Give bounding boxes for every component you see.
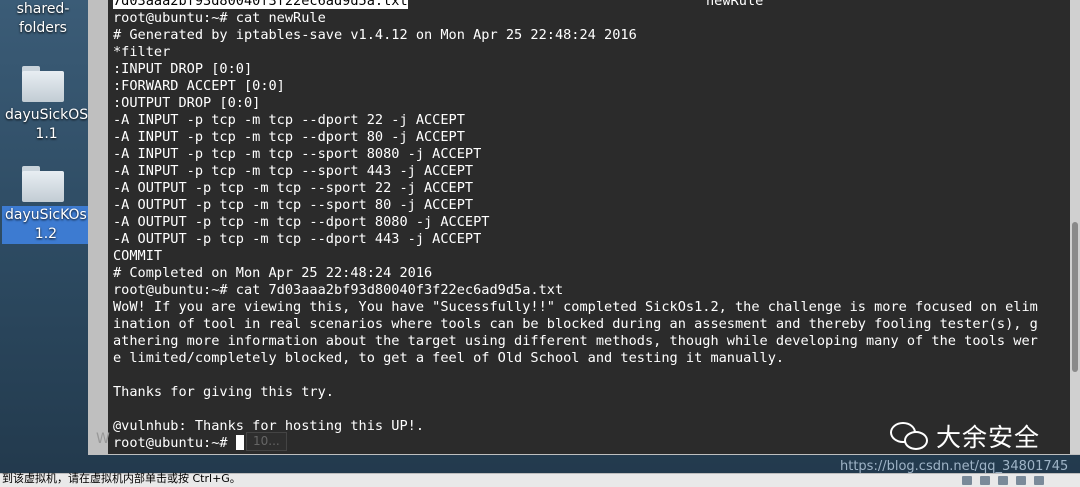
terminal-line: -A OUTPUT -p tcp -m tcp --sport 22 -j AC… (113, 180, 474, 196)
terminal-line: athering more information about the targ… (113, 333, 1038, 349)
terminal-line: root@ubuntu:~# cat 7d03aaa2bf93d80040f3f… (113, 282, 564, 298)
background-tooltip: 10... (246, 432, 287, 451)
terminal-line: e limited/completely blocked, to get a f… (113, 350, 785, 366)
label-line: dayuSickOS (5, 107, 89, 123)
folder-icon (22, 66, 64, 102)
folder-icon (22, 166, 64, 202)
status-text: 到该虚拟机，请在虚拟机内部单击或按 Ctrl+G。 (2, 472, 241, 485)
terminal-line: root@ubuntu:~# cat newRule (113, 10, 326, 26)
terminal-line: *filter (113, 44, 171, 60)
selected-text: 7d03aaa2bf93d80040f3f22ec6ad9d5a.txt (113, 0, 408, 9)
tray-device-icon[interactable] (962, 476, 972, 485)
tray-device-icon[interactable] (998, 476, 1008, 485)
terminal-line: :FORWARD ACCEPT [0:0] (113, 78, 285, 94)
watermark-text: 大余安全 (936, 423, 1041, 452)
terminal-line: -A INPUT -p tcp -m tcp --sport 443 -j AC… (113, 163, 474, 179)
terminal-line: COMMIT (113, 248, 163, 264)
tray-icons (962, 476, 1044, 485)
terminal-line: -A INPUT -p tcp -m tcp --dport 22 -j ACC… (113, 112, 465, 128)
terminal-output[interactable]: 7d03aaa2bf93d80040f3f22ec6ad9d5a.txt roo… (108, 0, 1070, 454)
desktop-icon-label: dayuSicKOs 1.2 (2, 206, 90, 244)
terminal-prompt: root@ubuntu:~# (113, 435, 236, 451)
label-line: shared- (16, 1, 70, 17)
terminal-top-right-text: newRule (706, 0, 764, 9)
tray-device-icon[interactable] (1034, 476, 1044, 485)
terminal-line: -A OUTPUT -p tcp -m tcp --dport 8080 -j … (113, 214, 490, 230)
label-line: folders (19, 20, 67, 36)
terminal-line: # Generated by iptables-save v1.4.12 on … (113, 27, 637, 43)
scrollbar-thumb[interactable] (1072, 222, 1078, 372)
background-window-letter: W (96, 431, 110, 447)
desktop-icon-label: dayuSickOS 1.1 (2, 106, 91, 144)
terminal-line: # Completed on Mon Apr 25 22:48:24 2016 (113, 265, 433, 281)
tray-device-icon[interactable] (980, 476, 990, 485)
desktop-icon-shared-folders[interactable]: shared- folders (2, 0, 84, 38)
terminal-line: -A INPUT -p tcp -m tcp --sport 8080 -j A… (113, 146, 482, 162)
label-line: 1.2 (34, 226, 58, 242)
text-cursor (235, 435, 244, 450)
label-line: dayuSicKOs (5, 207, 87, 223)
watermark-url: https://blog.csdn.net/qq_34801745 (840, 459, 1069, 474)
label-line: 1.1 (35, 126, 58, 142)
wechat-watermark: 大余安全 (890, 418, 1040, 454)
terminal-lines: 7d03aaa2bf93d80040f3f22ec6ad9d5a.txt roo… (113, 0, 1038, 452)
desktop-icon-label: shared- folders (14, 0, 73, 38)
terminal-line: Thanks for giving this try. (113, 384, 334, 400)
terminal-line: 7d03aaa2bf93d80040f3f22ec6ad9d5a.txt (113, 0, 1038, 10)
terminal-line: WoW! If you are viewing this, You have "… (113, 299, 1038, 315)
terminal-line: :INPUT DROP [0:0] (113, 61, 253, 77)
terminal-line: -A OUTPUT -p tcp -m tcp --dport 443 -j A… (113, 231, 482, 247)
wechat-icon (890, 420, 930, 452)
terminal-line: -A INPUT -p tcp -m tcp --dport 80 -j ACC… (113, 129, 465, 145)
terminal-line: -A OUTPUT -p tcp -m tcp --sport 80 -j AC… (113, 197, 474, 213)
desktop-icon-dayusickos-1-2[interactable]: dayuSicKOs 1.2 (2, 166, 90, 244)
desktop-icon-dayusickos-1-1[interactable]: dayuSickOS 1.1 (2, 66, 88, 144)
terminal-line: :OUTPUT DROP [0:0] (113, 95, 261, 111)
tray-device-icon[interactable] (1016, 476, 1026, 485)
vm-status-bar: 到该虚拟机，请在虚拟机内部单击或按 Ctrl+G。 (0, 472, 1080, 487)
terminal-line: ination of tool in real scenarios where … (113, 316, 1038, 332)
